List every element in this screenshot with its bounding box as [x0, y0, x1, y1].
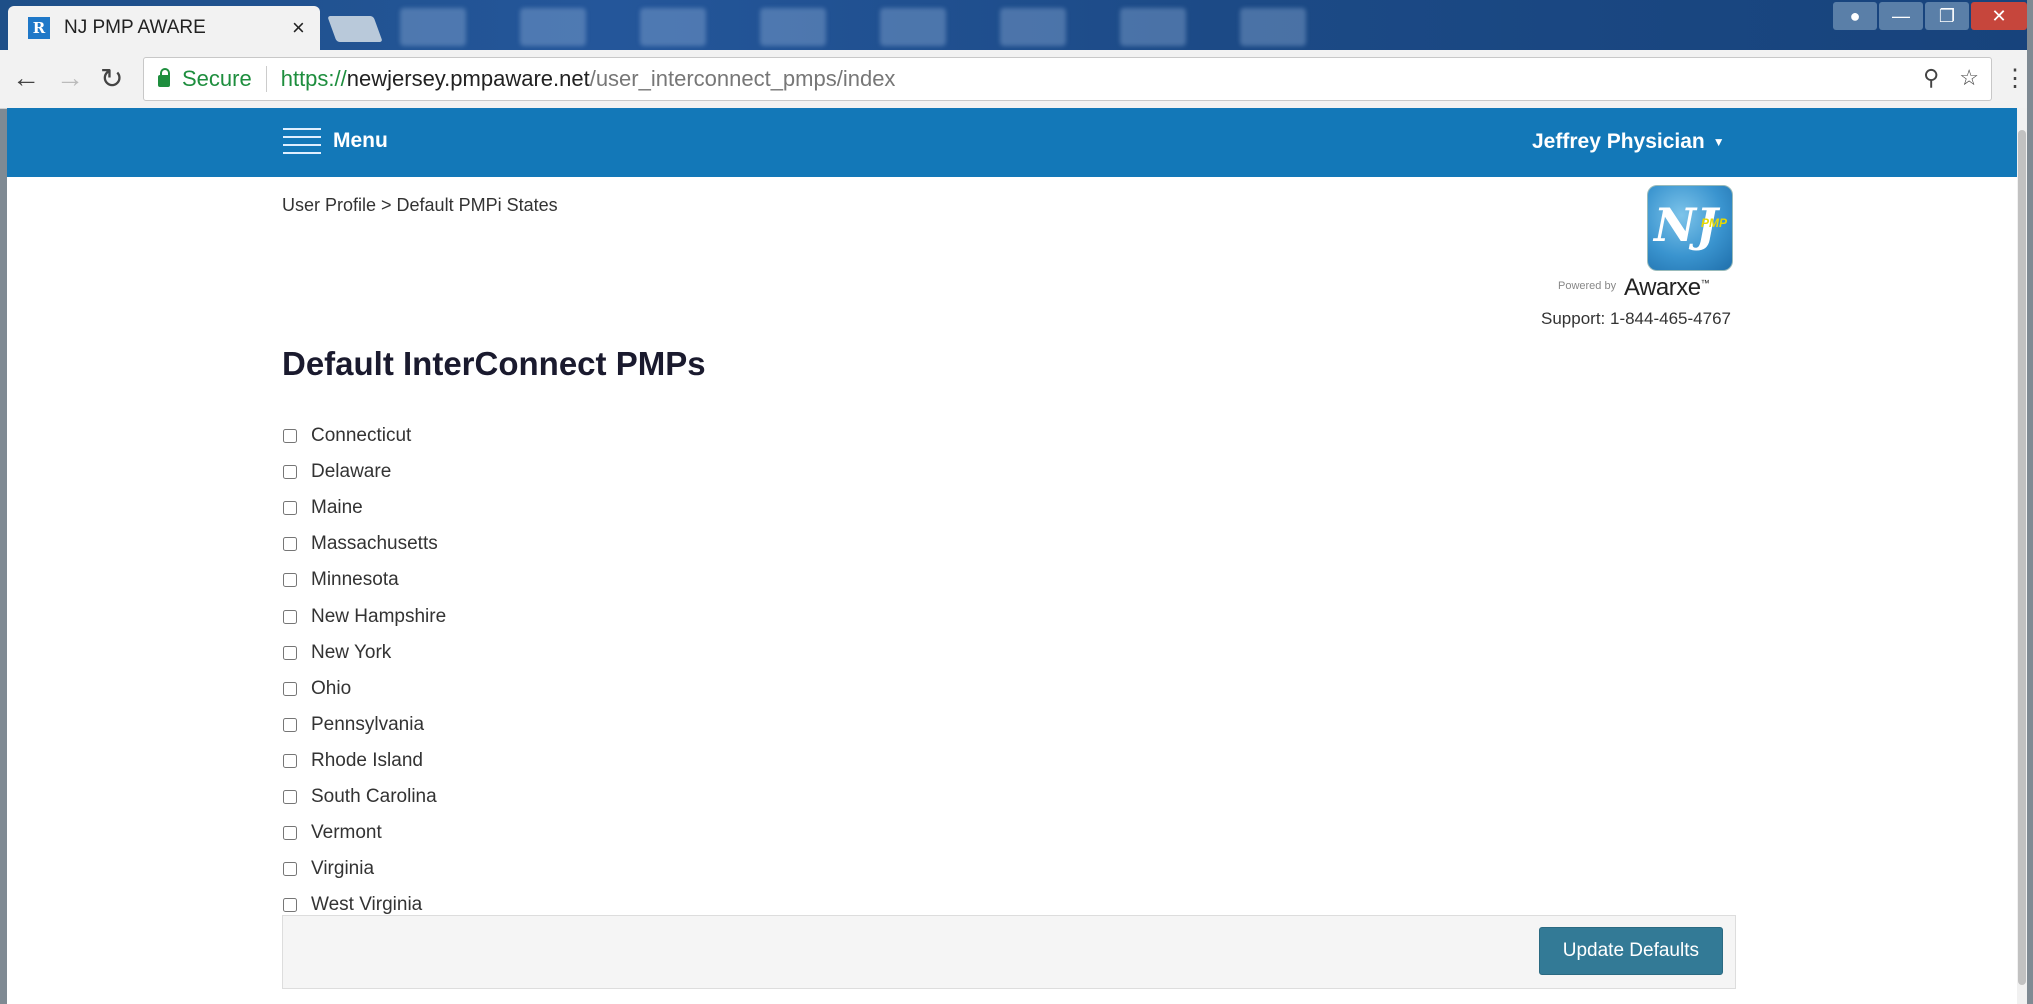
user-name: Jeffrey Physician: [1532, 130, 1705, 153]
url-host: newjersey.pmpaware.net: [346, 66, 590, 91]
menu-label: Menu: [333, 129, 388, 152]
background-tab[interactable]: [1240, 8, 1306, 46]
zoom-icon[interactable]: ⚲: [1923, 65, 1939, 91]
lock-icon: [158, 68, 170, 87]
app-header: Menu Jeffrey Physician ▼: [7, 108, 2027, 177]
state-option[interactable]: Vermont: [283, 815, 446, 851]
scrollbar-thumb[interactable]: [2018, 130, 2026, 985]
state-label: New Hampshire: [311, 605, 447, 627]
menu-button[interactable]: Menu: [283, 128, 388, 154]
window-controls: ● — ❐ ✕: [1833, 2, 2027, 30]
state-checkbox[interactable]: [283, 429, 297, 444]
form-actions-bar: Update Defaults: [282, 915, 1736, 989]
reload-icon[interactable]: ↻: [100, 62, 123, 95]
state-label: Rhode Island: [311, 749, 423, 771]
tab-close-icon[interactable]: ×: [292, 15, 305, 41]
state-checkbox[interactable]: [283, 826, 297, 841]
active-tab[interactable]: R NJ PMP AWARE ×: [8, 6, 320, 50]
state-checkbox-list: Connecticut Delaware Maine Massachusetts Min…: [283, 418, 446, 923]
state-label: New York: [311, 641, 392, 663]
nj-pmp-logo: NJ PMP: [1647, 185, 1733, 271]
window-border-right: [2027, 0, 2033, 1004]
state-checkbox[interactable]: [283, 465, 297, 480]
state-label: Minnesota: [311, 569, 399, 591]
browser-menu-icon[interactable]: ⋮: [2003, 64, 2027, 93]
hamburger-icon: [283, 128, 321, 154]
background-tab[interactable]: [1120, 8, 1186, 46]
state-label: Vermont: [311, 822, 382, 844]
state-checkbox[interactable]: [283, 898, 297, 913]
state-label: Massachusetts: [311, 533, 438, 555]
tab-title: NJ PMP AWARE: [64, 17, 206, 38]
state-option[interactable]: Minnesota: [283, 562, 446, 598]
background-tab[interactable]: [520, 8, 586, 46]
background-tab[interactable]: [760, 8, 826, 46]
state-checkbox[interactable]: [283, 609, 297, 624]
background-tab[interactable]: [400, 8, 466, 46]
state-label: Pennsylvania: [311, 713, 425, 735]
state-label: Delaware: [311, 461, 392, 483]
new-tab-button[interactable]: [327, 16, 383, 42]
state-option[interactable]: Delaware: [283, 454, 446, 490]
url-path: /user_interconnect_pmps/index: [589, 66, 896, 91]
address-bar[interactable]: Secure https:// newjersey.pmpaware.net /…: [143, 57, 1992, 101]
state-checkbox[interactable]: [283, 573, 297, 588]
state-option[interactable]: Massachusetts: [283, 526, 446, 562]
window-border-left: [0, 0, 7, 1004]
browser-toolbar: ← → ↻ Secure https:// newjersey.pmpaware…: [0, 50, 2033, 109]
state-checkbox[interactable]: [283, 753, 297, 768]
state-checkbox[interactable]: [283, 862, 297, 877]
bookmark-star-icon[interactable]: ☆: [1959, 65, 1979, 91]
state-option[interactable]: South Carolina: [283, 779, 446, 815]
state-option[interactable]: New Hampshire: [283, 598, 446, 634]
state-checkbox[interactable]: [283, 717, 297, 732]
state-checkbox[interactable]: [283, 681, 297, 696]
powered-by-label: Powered by: [1558, 280, 1617, 292]
state-label: South Carolina: [311, 785, 437, 807]
background-tab[interactable]: [640, 8, 706, 46]
state-option[interactable]: Connecticut: [283, 418, 446, 454]
user-dropdown[interactable]: Jeffrey Physician ▼: [1532, 130, 1725, 154]
state-option[interactable]: New York: [283, 635, 446, 671]
state-label: Virginia: [311, 858, 375, 880]
secure-label: Secure: [182, 66, 252, 91]
state-option[interactable]: Maine: [283, 490, 446, 526]
state-label: Connecticut: [311, 425, 412, 447]
page-scrollbar[interactable]: [2017, 108, 2027, 1004]
support-phone: Support: 1-844-465-4767: [1541, 309, 1731, 328]
user-profile-icon[interactable]: ●: [1833, 2, 1877, 30]
state-option[interactable]: Pennsylvania: [283, 707, 446, 743]
divider: [265, 66, 267, 92]
back-arrow-icon[interactable]: ←: [12, 62, 40, 94]
state-checkbox[interactable]: [283, 789, 297, 804]
url-scheme: https://: [280, 66, 347, 91]
background-tab[interactable]: [1000, 8, 1066, 46]
awarxe-logo: Awarxe™: [1624, 274, 1710, 301]
caret-down-icon: ▼: [1712, 135, 1725, 150]
state-option[interactable]: Virginia: [283, 851, 446, 887]
forward-arrow-icon[interactable]: →: [56, 62, 84, 94]
rx-favicon-icon: R: [28, 17, 50, 39]
breadcrumb: User Profile > Default PMPi States: [282, 195, 558, 215]
window-close-icon[interactable]: ✕: [1971, 2, 2027, 30]
state-option[interactable]: Rhode Island: [283, 743, 446, 779]
state-label: Ohio: [311, 677, 352, 699]
page-title: Default InterConnect PMPs: [282, 345, 706, 382]
state-label: Maine: [311, 497, 363, 519]
state-checkbox[interactable]: [283, 537, 297, 552]
restore-icon[interactable]: ❐: [1925, 2, 1969, 30]
state-checkbox[interactable]: [283, 501, 297, 516]
minimize-icon[interactable]: —: [1879, 2, 1923, 30]
state-label: West Virginia: [311, 894, 423, 916]
update-defaults-button[interactable]: Update Defaults: [1538, 927, 1723, 975]
background-tab[interactable]: [880, 8, 946, 46]
browser-tab-strip: R NJ PMP AWARE × ● — ❐ ✕: [0, 0, 2033, 50]
state-option[interactable]: Ohio: [283, 671, 446, 707]
state-checkbox[interactable]: [283, 645, 297, 660]
